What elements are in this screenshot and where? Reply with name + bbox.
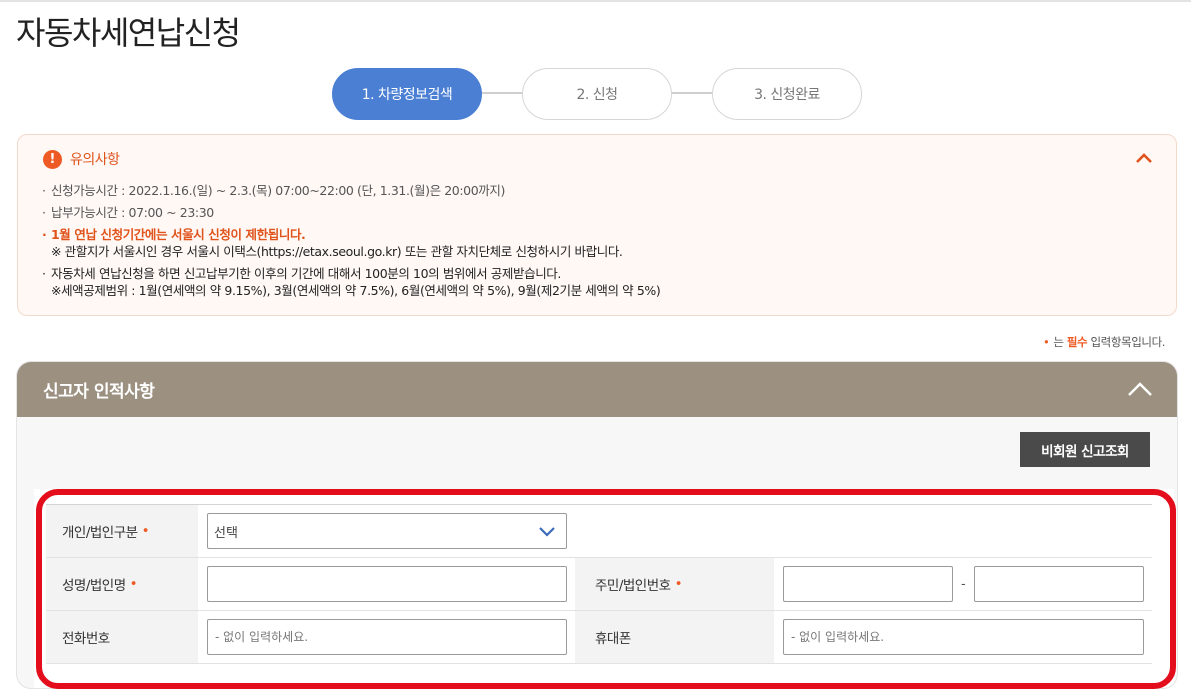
id-cell: - [774, 558, 1152, 610]
step-connector [480, 92, 524, 94]
notice-item: 신청가능시간 : 2022.1.16.(일) ~ 2.3.(목) 07:00~2… [42, 182, 660, 199]
chevron-down-icon [539, 527, 555, 537]
progress-steps: 1. 차량정보검색 2. 신청 3. 신청완료 [332, 68, 862, 120]
id-label-text: 주민/법인번호 [595, 578, 671, 594]
required-mark: • [129, 576, 138, 592]
name-input[interactable] [207, 566, 567, 602]
id-front-input[interactable] [783, 566, 953, 602]
step-2: 2. 신청 [522, 68, 672, 120]
step-3: 3. 신청완료 [712, 68, 862, 120]
panel-title: 신고자 인적사항 [43, 382, 155, 402]
notice-title: 유의사항 [70, 152, 120, 168]
step-1: 1. 차량정보검색 [332, 68, 482, 120]
chevron-up-icon[interactable] [1134, 151, 1154, 165]
notice-item: 자동차세 연납신청을 하면 신고납부기한 이후의 기간에 대해서 100분의 1… [42, 265, 660, 282]
form-area: 개인/법인구분 • 선택 성명/법인명 • 주민/법인번호 • - 전화번호 -… [34, 489, 1174, 688]
required-note-pre: 는 [1053, 335, 1064, 349]
required-note-post: 입력항목입니다. [1090, 335, 1165, 349]
reporter-info-panel: 신고자 인적사항 비회원 신고조회 개인/법인구분• 선택 성명/법인명• [17, 362, 1177, 688]
mobile-label: 휴대폰 [575, 611, 774, 663]
name-label-text: 성명/법인명 [62, 578, 126, 594]
type-cell: 선택 [198, 505, 1152, 557]
phone-label: 전화번호 [46, 611, 198, 663]
type-select-value: 선택 [214, 525, 238, 541]
notice-header: ! 유의사항 [43, 149, 120, 169]
notice-box: ! 유의사항 신청가능시간 : 2022.1.16.(일) ~ 2.3.(목) … [17, 134, 1177, 316]
page-title: 자동차세연납신청 [16, 14, 241, 52]
type-label-text: 개인/법인구분 [62, 525, 138, 541]
type-label: 개인/법인구분 • [46, 505, 198, 557]
required-dot: • [1043, 335, 1050, 349]
mobile-input[interactable] [783, 619, 1144, 655]
form-row: 전화번호 휴대폰 [46, 611, 1152, 664]
notice-subitem: ※세액공제범위 : 1월(연세액의 약 9.15%), 3월(연세액의 약 7.… [51, 283, 661, 298]
name-cell [198, 558, 575, 610]
name-label: 성명/법인명 • [46, 558, 198, 610]
top-border [0, 0, 1191, 2]
required-word: 필수 [1066, 335, 1088, 349]
warning-icon: ! [43, 149, 62, 169]
required-mark: • [674, 576, 683, 592]
notice-subitem: ※ 관할지가 서울시인 경우 서울시 이택스(https://etax.seou… [51, 244, 623, 259]
panel-header[interactable]: 신고자 인적사항 [17, 362, 1177, 417]
chevron-up-icon[interactable] [1127, 380, 1153, 398]
mobile-cell [774, 611, 1152, 663]
guest-lookup-button[interactable]: 비회원 신고조회 [1020, 432, 1150, 467]
notice-list: 신청가능시간 : 2022.1.16.(일) ~ 2.3.(목) 07:00~2… [42, 182, 661, 299]
id-back-input[interactable] [973, 566, 1144, 602]
form-row: 개인/법인구분 • 선택 [46, 505, 1152, 558]
form-row: 성명/법인명 • 주민/법인번호 • - [46, 558, 1152, 611]
reporter-form: 개인/법인구분 • 선택 성명/법인명 • 주민/법인번호 • - 전화번호 -… [46, 504, 1152, 664]
id-label: 주민/법인번호 • [575, 558, 774, 610]
phone-label-text: 전화번호 [62, 631, 110, 647]
step-connector [670, 92, 714, 94]
id-dash: - [961, 576, 966, 592]
required-mark: • [141, 523, 150, 539]
mobile-label-text: 휴대폰 [595, 631, 631, 647]
notice-item-warning: 1월 연납 신청기간에는 서울시 신청이 제한됩니다. [42, 226, 660, 243]
type-select[interactable]: 선택 [207, 513, 567, 549]
required-note: • 는 필수 입력항목입니다. [1043, 334, 1165, 350]
phone-input[interactable] [207, 619, 567, 655]
phone-cell [198, 611, 575, 663]
notice-item: 납부가능시간 : 07:00 ~ 23:30 [42, 204, 660, 221]
